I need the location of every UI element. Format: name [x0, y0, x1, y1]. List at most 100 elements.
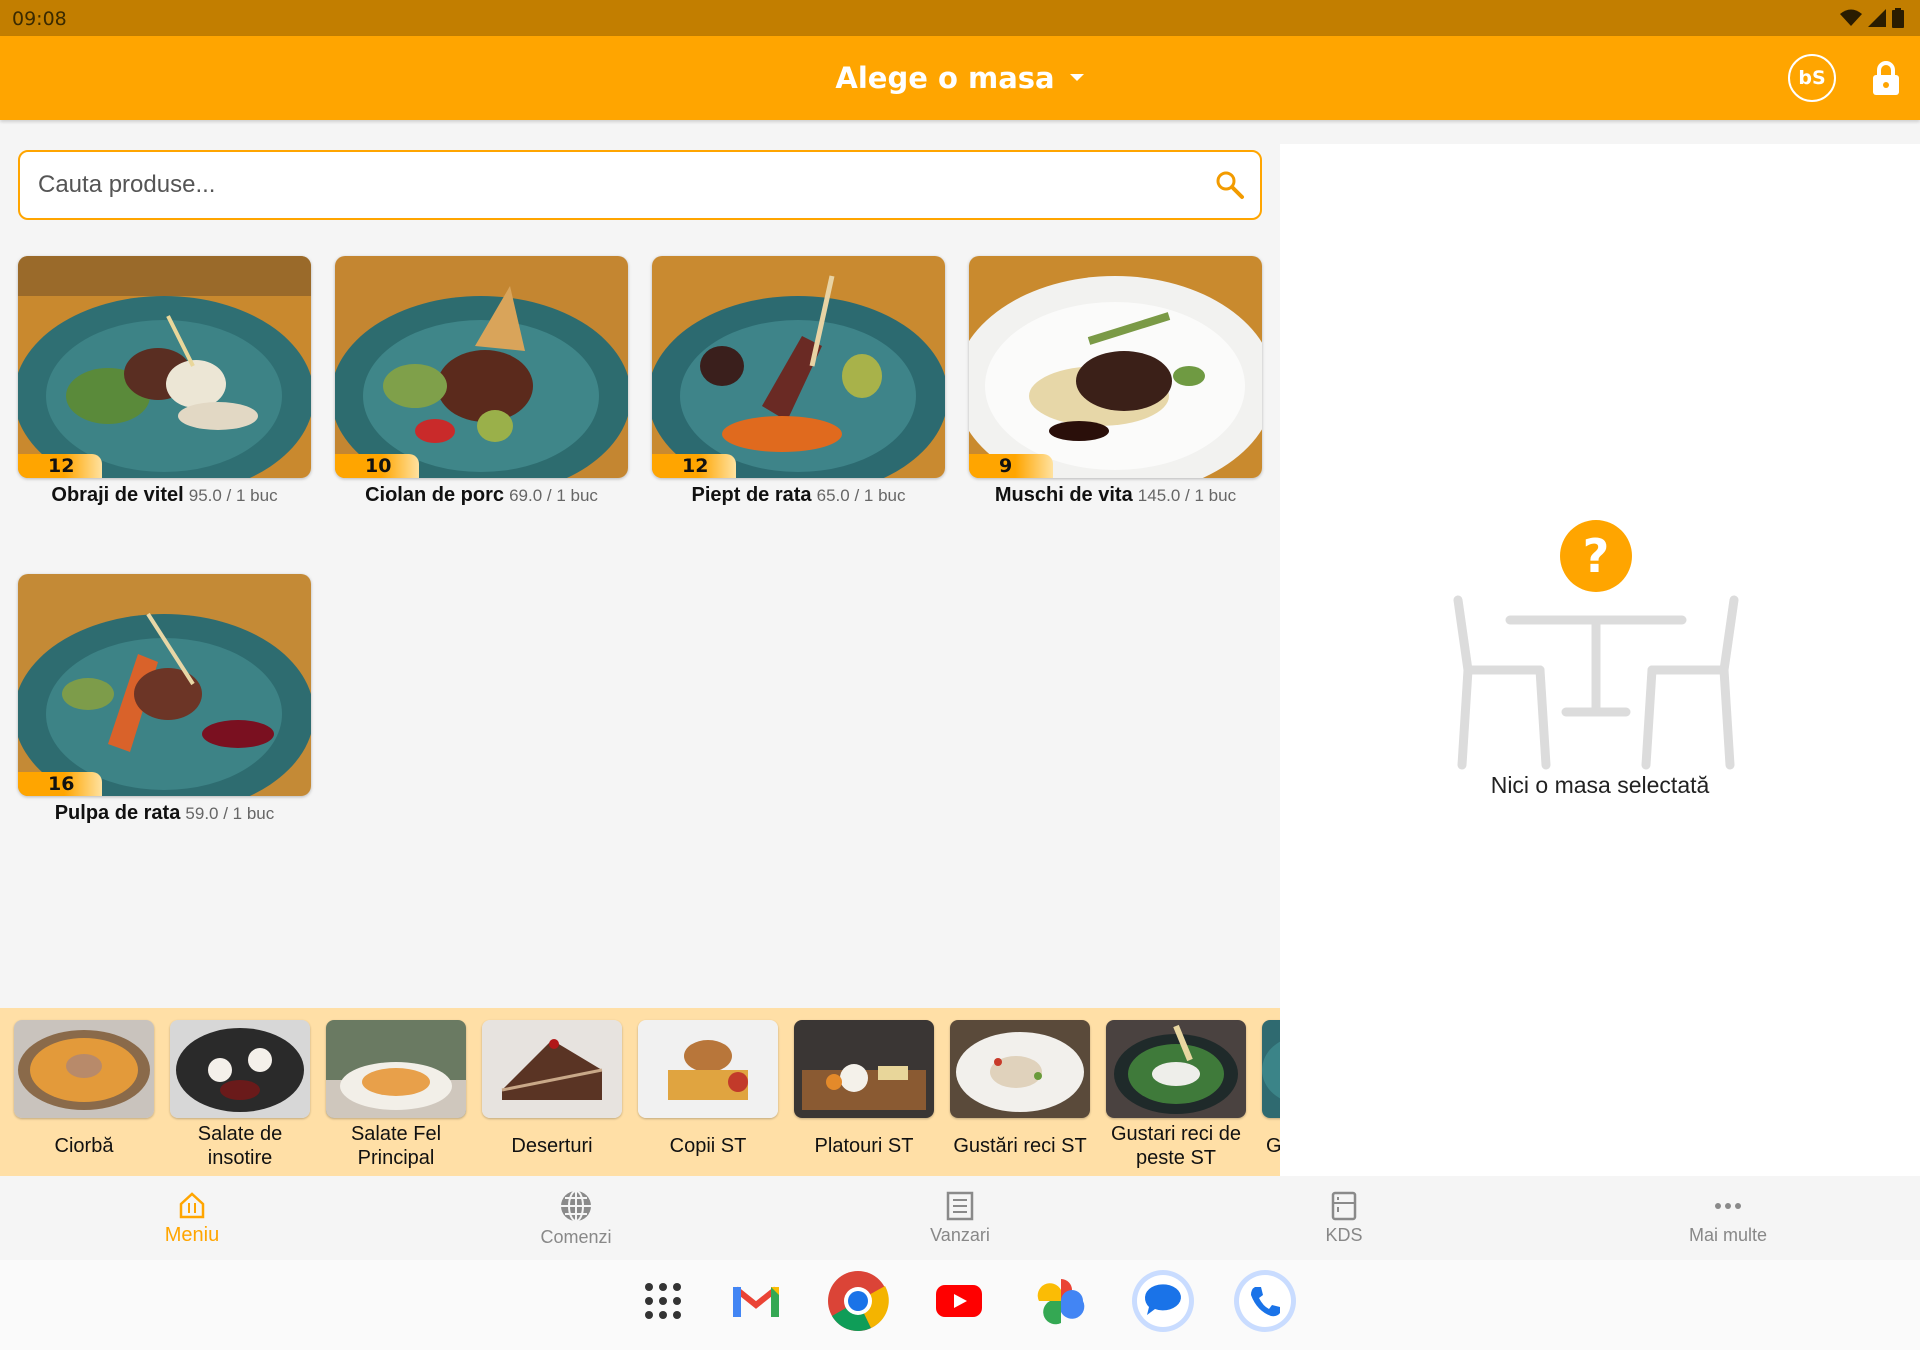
- nav-item-kds[interactable]: KDS: [1152, 1176, 1536, 1260]
- table-picker-label: Alege o masa: [835, 61, 1055, 95]
- product-price: 95.0 / 1 buc: [188, 486, 278, 505]
- gmail-icon[interactable]: [723, 1268, 789, 1334]
- category-label: Gustări reci ST: [953, 1135, 1087, 1157]
- android-dock: [0, 1260, 1920, 1350]
- receipt-icon: [946, 1191, 974, 1220]
- table-picker-dropdown[interactable]: Alege o masa: [0, 36, 1920, 120]
- user-avatar-button[interactable]: bS: [1788, 54, 1836, 102]
- category-label: G: [1266, 1135, 1280, 1157]
- product-caption: Muschi de vita 145.0 / 1 buc: [969, 484, 1262, 507]
- phone-icon[interactable]: [1232, 1268, 1298, 1334]
- status-icons: [1840, 8, 1904, 28]
- category-item[interactable]: Platouri ST: [794, 1020, 934, 1170]
- lock-icon: [1873, 61, 1899, 95]
- photos-icon[interactable]: [1028, 1268, 1094, 1334]
- search-icon[interactable]: [1214, 169, 1246, 201]
- stock-badge: 12: [18, 454, 102, 478]
- product-caption: Piept de rata 65.0 / 1 buc: [652, 484, 945, 507]
- nav-label: Meniu: [164, 1223, 220, 1246]
- category-label: Deserturi: [511, 1135, 593, 1157]
- phone-handset-icon: [1234, 1270, 1296, 1332]
- search-box: [18, 150, 1262, 220]
- bottom-navigation: Meniu Comenzi Vanzari KDS Mai multe: [0, 1176, 1920, 1260]
- category-item[interactable]: Salate de insotire: [170, 1020, 310, 1170]
- category-image: [950, 1020, 1090, 1118]
- product-name: Ciolan de porc: [365, 484, 504, 506]
- nav-item-mai-multe[interactable]: Mai multe: [1536, 1176, 1920, 1260]
- nav-label: Mai multe: [1688, 1224, 1768, 1245]
- pinwheel-icon: [1037, 1279, 1085, 1325]
- app-drawer-icon[interactable]: [630, 1268, 696, 1334]
- stock-badge: 16: [18, 772, 102, 796]
- categories-strip[interactable]: Ciorbă Salate de insotire Salate Fel Pri…: [0, 1008, 1280, 1176]
- nav-item-meniu[interactable]: Meniu: [0, 1176, 384, 1260]
- product-price: 69.0 / 1 buc: [509, 486, 598, 505]
- wifi-icon: [1840, 9, 1862, 26]
- category-label: Platouri ST: [814, 1135, 914, 1157]
- svg-text:?: ?: [1583, 529, 1610, 583]
- product-name: Pulpa de rata: [54, 802, 181, 824]
- category-item[interactable]: Deserturi: [482, 1020, 622, 1170]
- product-card[interactable]: 16 Pulpa de rata 59.0 / 1 buc: [18, 574, 311, 825]
- category-item[interactable]: Ciorbă: [14, 1020, 154, 1170]
- nav-item-comenzi[interactable]: Comenzi: [384, 1176, 768, 1260]
- status-time: 09:08: [12, 8, 67, 30]
- product-name: Piept de rata: [691, 484, 812, 506]
- product-price: 59.0 / 1 buc: [185, 804, 275, 823]
- product-card[interactable]: 12 Piept de rata 65.0 / 1 buc: [652, 256, 945, 507]
- nav-label: Comenzi: [540, 1226, 612, 1247]
- category-item[interactable]: Gustări reci ST: [950, 1020, 1090, 1170]
- category-image: [794, 1020, 934, 1118]
- nav-item-vanzari[interactable]: Vanzari: [768, 1176, 1152, 1260]
- product-image: 10: [335, 256, 628, 478]
- product-image: 16: [18, 574, 311, 796]
- product-image: 12: [18, 256, 311, 478]
- product-image: 12: [652, 256, 945, 478]
- grid-dots-icon: [645, 1283, 681, 1319]
- product-caption: Ciolan de porc 69.0 / 1 buc: [335, 484, 628, 507]
- category-image: [1106, 1020, 1246, 1118]
- chat-bubble-icon: [1132, 1270, 1194, 1332]
- category-image: [170, 1020, 310, 1118]
- stock-badge: 12: [652, 454, 736, 478]
- product-name: Muschi de vita: [994, 484, 1133, 506]
- empty-state-text: Nici o masa selectată: [1490, 772, 1710, 798]
- category-label: Gustari reci de peste ST: [1110, 1123, 1242, 1169]
- category-image: [482, 1020, 622, 1118]
- product-card[interactable]: 12 Obraji de vitel 95.0 / 1 buc: [18, 256, 311, 507]
- system-status-bar: 09:08: [0, 0, 1920, 36]
- messages-icon[interactable]: [1130, 1268, 1196, 1334]
- caret-down-icon: [1069, 74, 1084, 81]
- chrome-logo-icon: [828, 1271, 889, 1331]
- stock-badge: 9: [969, 454, 1053, 478]
- product-card[interactable]: 9 Muschi de vita 145.0 / 1 buc: [969, 256, 1262, 507]
- signal-icon: [1868, 9, 1886, 27]
- play-icon: [936, 1285, 982, 1317]
- product-name: Obraji de vitel: [51, 484, 184, 506]
- youtube-icon[interactable]: [926, 1268, 992, 1334]
- battery-icon: [1892, 8, 1904, 28]
- stock-badge: 10: [335, 454, 419, 478]
- globe-icon: [561, 1189, 591, 1222]
- category-image: [326, 1020, 466, 1118]
- chrome-icon[interactable]: [825, 1268, 891, 1334]
- category-image: [638, 1020, 778, 1118]
- category-item[interactable]: Salate Fel Principal: [326, 1020, 466, 1170]
- category-item[interactable]: Copii ST: [638, 1020, 778, 1170]
- category-item[interactable]: Gustari reci de peste ST: [1106, 1020, 1246, 1170]
- category-item[interactable]: G: [1262, 1020, 1280, 1170]
- lock-button[interactable]: [1866, 56, 1906, 100]
- product-caption: Pulpa de rata 59.0 / 1 buc: [18, 802, 311, 825]
- kitchen-display-icon: [1331, 1191, 1357, 1220]
- app-bar: Alege o masa bS: [0, 36, 1920, 120]
- product-caption: Obraji de vitel 95.0 / 1 buc: [18, 484, 311, 507]
- category-label: Ciorbă: [54, 1135, 114, 1157]
- order-panel: ? Nici o masa selectată: [1280, 144, 1920, 1176]
- nav-label: Vanzari: [930, 1224, 990, 1245]
- nav-label: KDS: [1325, 1224, 1363, 1245]
- search-input[interactable]: [38, 152, 1198, 218]
- category-label: Salate de insotire: [197, 1123, 283, 1169]
- category-image: [14, 1020, 154, 1118]
- mail-envelope-icon: [733, 1286, 779, 1317]
- product-card[interactable]: 10 Ciolan de porc 69.0 / 1 buc: [335, 256, 628, 507]
